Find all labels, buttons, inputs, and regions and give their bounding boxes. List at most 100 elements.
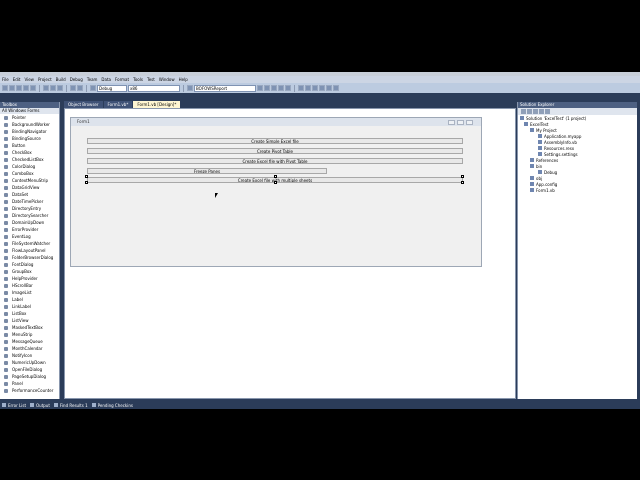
selection-handle[interactable] [461, 181, 464, 184]
align-rights-icon[interactable] [312, 85, 318, 91]
freeze-panes-button[interactable]: Freeze Panes [87, 168, 327, 174]
menu-build[interactable]: Build [56, 76, 66, 83]
toolbox-item[interactable]: EventLog [0, 233, 59, 240]
toolbox-icon[interactable] [278, 85, 284, 91]
toolbox-item[interactable]: ListView [0, 317, 59, 324]
menu-team[interactable]: Team [87, 76, 98, 83]
toolbox-item[interactable]: DateTimePicker [0, 198, 59, 205]
toolbox-item[interactable]: FontDialog [0, 261, 59, 268]
toolbox-item[interactable]: ImageList [0, 289, 59, 296]
menu-file[interactable]: File [2, 76, 9, 83]
cut-icon[interactable] [43, 85, 49, 91]
menu-test[interactable]: Test [147, 76, 155, 83]
toolbox-item[interactable]: MessageQueue [0, 338, 59, 345]
find-combo[interactable]: BOFOWSReport [194, 84, 256, 92]
toolbox-item[interactable]: MonthCalendar [0, 345, 59, 352]
toolbox-item[interactable]: PerformanceCounter [0, 387, 59, 394]
new-project-icon[interactable] [2, 85, 8, 91]
redo-icon[interactable] [77, 85, 83, 91]
find-icon[interactable] [187, 85, 193, 91]
toolbox-item[interactable]: FlowLayoutPanel [0, 247, 59, 254]
toolbox-item[interactable]: DirectoryEntry [0, 205, 59, 212]
menu-edit[interactable]: Edit [13, 76, 21, 83]
toolbox-item[interactable]: CheckBox [0, 149, 59, 156]
toolbox-item[interactable]: NotifyIcon [0, 352, 59, 359]
solution-configuration-select[interactable]: Debug [97, 84, 127, 92]
toolbox-item[interactable]: ColorDialog [0, 163, 59, 170]
properties-icon[interactable] [521, 109, 526, 114]
align-bottoms-icon[interactable] [333, 85, 339, 91]
form1-window[interactable]: Form1 Create Simple Excel file Create Pi… [70, 117, 482, 267]
selection-handle[interactable] [85, 181, 88, 184]
create-excel-with-pivot-button[interactable]: Create Excel file with Pivot Table [87, 158, 463, 164]
object-browser-icon[interactable] [285, 85, 291, 91]
toolbox-item[interactable]: Button [0, 142, 59, 149]
form-title-bar[interactable]: Form1 [71, 118, 481, 126]
toolbox-item[interactable]: NumericUpDown [0, 359, 59, 366]
show-all-files-icon[interactable] [527, 109, 532, 114]
undo-icon[interactable] [70, 85, 76, 91]
toolbox-item[interactable]: BindingSource [0, 135, 59, 142]
toolbox-item[interactable]: FileSystemWatcher [0, 240, 59, 247]
toolbox-item[interactable]: ComboBox [0, 170, 59, 177]
menu-view[interactable]: View [24, 76, 34, 83]
tab-output[interactable]: Output [30, 403, 50, 408]
menu-data[interactable]: Data [101, 76, 111, 83]
tab-pending-checkins[interactable]: Pending Checkins [91, 403, 133, 408]
menu-format[interactable]: Format [115, 76, 129, 83]
toolbox-item[interactable]: FolderBrowserDialog [0, 254, 59, 261]
selection-handle[interactable] [461, 175, 464, 178]
selection-handle[interactable] [274, 181, 277, 184]
copy-icon[interactable] [50, 85, 56, 91]
tab-error-list[interactable]: Error List [2, 403, 26, 408]
toolbox-item[interactable]: PageSetupDialog [0, 373, 59, 380]
start-debugging-icon[interactable] [90, 85, 96, 91]
add-item-icon[interactable] [9, 85, 15, 91]
toolbox-item[interactable]: DataGridView [0, 184, 59, 191]
toolbox-item[interactable]: HelpProvider [0, 275, 59, 282]
solution-explorer-icon[interactable] [264, 85, 270, 91]
align-tops-icon[interactable] [319, 85, 325, 91]
toolbox-item[interactable]: GroupBox [0, 268, 59, 275]
toolbox-item[interactable]: DomainUpDown [0, 219, 59, 226]
create-simple-excel-button[interactable]: Create Simple Excel file [87, 138, 463, 144]
refresh-icon[interactable] [533, 109, 538, 114]
tab-find-results[interactable]: Find Results 1 [53, 403, 88, 408]
find-in-files-icon[interactable] [257, 85, 263, 91]
open-file-icon[interactable] [16, 85, 22, 91]
toolbox-item[interactable]: DirectorySearcher [0, 212, 59, 219]
create-pivot-table-button[interactable]: Create Pivot Table [87, 148, 463, 154]
toolbox-item[interactable]: OpenFileDialog [0, 366, 59, 373]
toolbox-item[interactable]: LinkLabel [0, 303, 59, 310]
toolbox-item[interactable]: ContextMenuStrip [0, 177, 59, 184]
toolbox-item[interactable]: MaskedTextBox [0, 324, 59, 331]
form-designer[interactable]: Form1 Create Simple Excel file Create Pi… [64, 108, 516, 399]
solution-platform-select[interactable]: x86 [128, 84, 180, 92]
toolbox-item[interactable]: ErrorProvider [0, 226, 59, 233]
tab-form1-design[interactable]: Form1.vb [Design]* [133, 101, 181, 108]
tab-object-browser[interactable]: Object Browser [64, 101, 103, 108]
align-middles-icon[interactable] [326, 85, 332, 91]
align-lefts-icon[interactable] [298, 85, 304, 91]
save-all-icon[interactable] [30, 85, 36, 91]
toolbox-item[interactable]: BindingNavigator [0, 128, 59, 135]
view-designer-icon[interactable] [545, 109, 550, 114]
menu-project[interactable]: Project [38, 76, 52, 83]
toolbox-item[interactable]: ListBox [0, 310, 59, 317]
toolbox-item[interactable]: HScrollBar [0, 282, 59, 289]
toolbox-item[interactable]: MenuStrip [0, 331, 59, 338]
toolbox-item[interactable]: Pointer [0, 114, 59, 121]
menu-window[interactable]: Window [159, 76, 175, 83]
view-code-icon[interactable] [539, 109, 544, 114]
menu-tools[interactable]: Tools [133, 76, 143, 83]
toolbox-item[interactable]: CheckedListBox [0, 156, 59, 163]
selection-handle[interactable] [85, 175, 88, 178]
properties-icon[interactable] [271, 85, 277, 91]
toolbox-item[interactable]: BackgroundWorker [0, 121, 59, 128]
toolbox-item[interactable]: DataSet [0, 191, 59, 198]
menu-debug[interactable]: Debug [70, 76, 83, 83]
selection-handle[interactable] [274, 175, 277, 178]
menu-help[interactable]: Help [179, 76, 188, 83]
save-icon[interactable] [23, 85, 29, 91]
paste-icon[interactable] [57, 85, 63, 91]
